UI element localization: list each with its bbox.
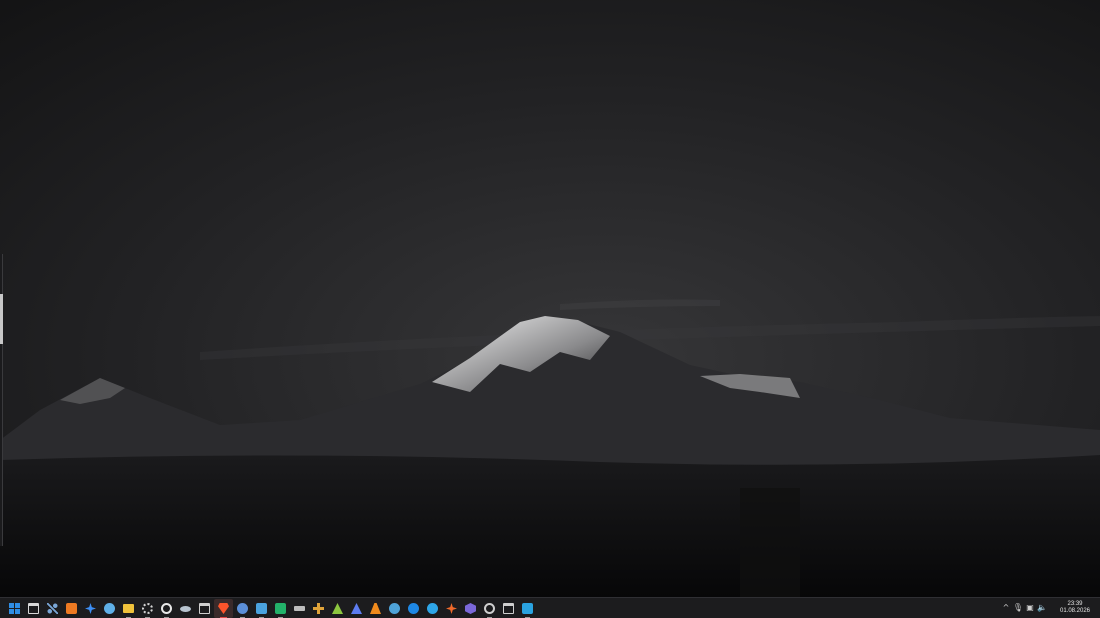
game-tool-icon <box>313 603 324 614</box>
taskbar-pinned-apps <box>5 599 537 618</box>
console-app-icon <box>503 603 514 614</box>
feather-app-taskbar-button[interactable] <box>423 599 442 618</box>
chromium-browser-icon <box>237 603 248 614</box>
settings-gear-taskbar-button[interactable] <box>138 599 157 618</box>
fish-app-taskbar-button[interactable] <box>176 599 195 618</box>
clock[interactable]: 23:39 01.08.2026 <box>1056 601 1094 615</box>
desktop[interactable] <box>0 0 1100 597</box>
file-explorer-icon <box>123 604 134 613</box>
file-explorer-taskbar-button[interactable] <box>119 599 138 618</box>
brave-browser-taskbar-button[interactable] <box>214 599 233 618</box>
spark-app-taskbar-button[interactable] <box>81 599 100 618</box>
green-app-taskbar-button[interactable] <box>271 599 290 618</box>
orange-app-icon <box>66 603 77 614</box>
task-view-icon <box>28 603 39 614</box>
start-menu-taskbar-button[interactable] <box>5 599 24 618</box>
steam-taskbar-button[interactable] <box>100 599 119 618</box>
fish-app-icon <box>180 605 191 612</box>
settings-gear-icon <box>142 603 153 614</box>
microphone-icon[interactable]: 🎙 <box>1012 600 1024 616</box>
asterisk-app-taskbar-button[interactable] <box>442 599 461 618</box>
spark-app-icon <box>85 603 96 614</box>
chromium-browser-taskbar-button[interactable] <box>233 599 252 618</box>
clock-time: 23:39 <box>1067 601 1083 607</box>
network-tool-taskbar-button[interactable] <box>43 599 62 618</box>
green-app-icon <box>275 603 286 614</box>
virtual-box-icon <box>465 603 476 614</box>
blue-app-taskbar-button[interactable] <box>404 599 423 618</box>
vlc-media-player-taskbar-button[interactable] <box>366 599 385 618</box>
mountain-wallpaper <box>0 0 1100 597</box>
eye-app-icon <box>389 603 400 614</box>
task-view-taskbar-button[interactable] <box>24 599 43 618</box>
network-tool-icon <box>47 603 58 614</box>
terminal-window-taskbar-button[interactable] <box>195 599 214 618</box>
recycle-app-icon <box>332 603 343 614</box>
feather-app-icon <box>427 603 438 614</box>
keyboard-app-icon <box>294 606 305 611</box>
delta-app-taskbar-button[interactable] <box>347 599 366 618</box>
blue-app-icon <box>408 603 419 614</box>
brave-browser-icon <box>218 603 229 614</box>
edge-sidebar-panel[interactable] <box>0 254 3 546</box>
clock-app-icon <box>484 603 495 614</box>
taskbar: ^ 🎙 ▣ 🔈 23:39 01.08.2026 <box>0 597 1100 618</box>
game-tool-taskbar-button[interactable] <box>309 599 328 618</box>
volume-icon[interactable]: 🔈 <box>1036 600 1048 616</box>
system-tray: ^ 🎙 ▣ 🔈 23:39 01.08.2026 <box>1000 598 1100 618</box>
clock-app-taskbar-button[interactable] <box>480 599 499 618</box>
keyboard-app-taskbar-button[interactable] <box>290 599 309 618</box>
vlc-media-player-icon <box>370 603 381 614</box>
mail-app-icon <box>256 603 267 614</box>
orange-app-taskbar-button[interactable] <box>62 599 81 618</box>
console-app-taskbar-button[interactable] <box>499 599 518 618</box>
virtual-box-taskbar-button[interactable] <box>461 599 480 618</box>
obs-icon <box>161 603 172 614</box>
eye-app-taskbar-button[interactable] <box>385 599 404 618</box>
clock-date: 01.08.2026 <box>1059 608 1091 614</box>
store-app-taskbar-button[interactable] <box>518 599 537 618</box>
edge-panel-handle[interactable] <box>0 294 3 344</box>
mail-app-taskbar-button[interactable] <box>252 599 271 618</box>
start-menu-icon <box>9 603 20 614</box>
delta-app-icon <box>351 603 362 614</box>
recycle-app-taskbar-button[interactable] <box>328 599 347 618</box>
asterisk-app-icon <box>446 603 457 614</box>
steam-icon <box>104 603 115 614</box>
network-icon[interactable]: ▣ <box>1024 600 1036 616</box>
show-hidden-icons-chevron-icon[interactable]: ^ <box>1000 600 1012 616</box>
obs-taskbar-button[interactable] <box>157 599 176 618</box>
terminal-window-icon <box>199 603 210 614</box>
store-app-icon <box>522 603 533 614</box>
